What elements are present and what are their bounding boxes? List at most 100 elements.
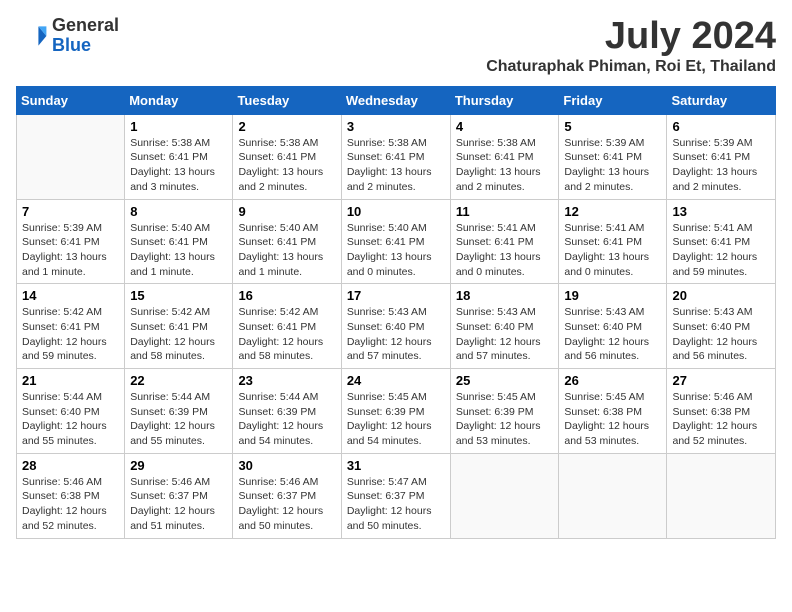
day-number: 5 bbox=[564, 119, 661, 134]
day-number: 19 bbox=[564, 288, 661, 303]
cell-info: Sunrise: 5:38 AMSunset: 6:41 PMDaylight:… bbox=[456, 136, 554, 195]
cell-info: Sunrise: 5:46 AMSunset: 6:38 PMDaylight:… bbox=[672, 390, 770, 449]
day-number: 1 bbox=[130, 119, 227, 134]
logo-blue: Blue bbox=[52, 36, 119, 56]
cell-info: Sunrise: 5:38 AMSunset: 6:41 PMDaylight:… bbox=[347, 136, 445, 195]
week-row-1: 7 Sunrise: 5:39 AMSunset: 6:41 PMDaylight… bbox=[17, 199, 776, 284]
calendar-cell: 17 Sunrise: 5:43 AMSunset: 6:40 PMDayligh… bbox=[341, 284, 450, 369]
weekday-friday: Friday bbox=[559, 86, 667, 114]
week-row-3: 21 Sunrise: 5:44 AMSunset: 6:40 PMDayligh… bbox=[17, 369, 776, 454]
cell-info: Sunrise: 5:42 AMSunset: 6:41 PMDaylight:… bbox=[22, 305, 119, 364]
cell-info: Sunrise: 5:41 AMSunset: 6:41 PMDaylight:… bbox=[456, 221, 554, 280]
title-block: July 2024 Chaturaphak Phiman, Roi Et, Th… bbox=[486, 16, 776, 76]
cell-info: Sunrise: 5:46 AMSunset: 6:37 PMDaylight:… bbox=[238, 475, 335, 534]
day-number: 30 bbox=[238, 458, 335, 473]
week-row-2: 14 Sunrise: 5:42 AMSunset: 6:41 PMDayligh… bbox=[17, 284, 776, 369]
calendar-cell: 18Sunrise: 5:43 AMSunset: 6:40 PMDayligh… bbox=[450, 284, 559, 369]
calendar-cell: 21 Sunrise: 5:44 AMSunset: 6:40 PMDayligh… bbox=[17, 369, 125, 454]
cell-info: Sunrise: 5:41 AMSunset: 6:41 PMDaylight:… bbox=[672, 221, 770, 280]
calendar-cell: 7 Sunrise: 5:39 AMSunset: 6:41 PMDaylight… bbox=[17, 199, 125, 284]
calendar-table: SundayMondayTuesdayWednesdayThursdayFrid… bbox=[16, 86, 776, 539]
calendar-cell: 11 Sunrise: 5:41 AMSunset: 6:41 PMDayligh… bbox=[450, 199, 559, 284]
cell-info: Sunrise: 5:42 AMSunset: 6:41 PMDaylight:… bbox=[130, 305, 227, 364]
cell-info: Sunrise: 5:38 AMSunset: 6:41 PMDaylight:… bbox=[238, 136, 335, 195]
weekday-header-row: SundayMondayTuesdayWednesdayThursdayFrid… bbox=[17, 86, 776, 114]
cell-info: Sunrise: 5:45 AMSunset: 6:39 PMDaylight:… bbox=[347, 390, 445, 449]
logo: General Blue bbox=[16, 16, 119, 56]
day-number: 3 bbox=[347, 119, 445, 134]
day-number: 22 bbox=[130, 373, 227, 388]
calendar-cell: 15Sunrise: 5:42 AMSunset: 6:41 PMDayligh… bbox=[125, 284, 233, 369]
calendar-cell: 16Sunrise: 5:42 AMSunset: 6:41 PMDayligh… bbox=[233, 284, 341, 369]
cell-info: Sunrise: 5:44 AMSunset: 6:39 PMDaylight:… bbox=[130, 390, 227, 449]
day-number: 2 bbox=[238, 119, 335, 134]
calendar-cell: 6Sunrise: 5:39 AMSunset: 6:41 PMDaylight… bbox=[667, 114, 776, 199]
calendar-cell bbox=[450, 453, 559, 538]
cell-info: Sunrise: 5:43 AMSunset: 6:40 PMDaylight:… bbox=[347, 305, 445, 364]
day-number: 20 bbox=[672, 288, 770, 303]
logo-general: General bbox=[52, 16, 119, 36]
cell-info: Sunrise: 5:39 AMSunset: 6:41 PMDaylight:… bbox=[564, 136, 661, 195]
calendar-cell: 4 Sunrise: 5:38 AMSunset: 6:41 PMDaylight… bbox=[450, 114, 559, 199]
calendar-cell: 10 Sunrise: 5:40 AMSunset: 6:41 PMDayligh… bbox=[341, 199, 450, 284]
cell-info: Sunrise: 5:41 AMSunset: 6:41 PMDaylight:… bbox=[564, 221, 661, 280]
calendar-cell: 19 Sunrise: 5:43 AMSunset: 6:40 PMDayligh… bbox=[559, 284, 667, 369]
week-row-0: 1 Sunrise: 5:38 AMSunset: 6:41 PMDaylight… bbox=[17, 114, 776, 199]
weekday-thursday: Thursday bbox=[450, 86, 559, 114]
location-title: Chaturaphak Phiman, Roi Et, Thailand bbox=[486, 58, 776, 76]
day-number: 23 bbox=[238, 373, 335, 388]
day-number: 21 bbox=[22, 373, 119, 388]
calendar-cell: 13 Sunrise: 5:41 AMSunset: 6:41 PMDayligh… bbox=[667, 199, 776, 284]
calendar-cell: 1Sunrise: 5:38 AMSunset: 6:41 PMDaylight… bbox=[125, 114, 233, 199]
cell-info: Sunrise: 5:40 AMSunset: 6:41 PMDaylight:… bbox=[238, 221, 335, 280]
calendar-cell: 26Sunrise: 5:45 AMSunset: 6:38 PMDayligh… bbox=[559, 369, 667, 454]
calendar-cell: 30 Sunrise: 5:46 AMSunset: 6:37 PMDayligh… bbox=[233, 453, 341, 538]
calendar-cell: 3 Sunrise: 5:38 AMSunset: 6:41 PMDaylight… bbox=[341, 114, 450, 199]
calendar-cell: 20Sunrise: 5:43 AMSunset: 6:40 PMDayligh… bbox=[667, 284, 776, 369]
calendar-cell: 29Sunrise: 5:46 AMSunset: 6:37 PMDayligh… bbox=[125, 453, 233, 538]
cell-info: Sunrise: 5:39 AMSunset: 6:41 PMDaylight:… bbox=[22, 221, 119, 280]
weekday-saturday: Saturday bbox=[667, 86, 776, 114]
calendar-body: 1 Sunrise: 5:38 AMSunset: 6:41 PMDaylight… bbox=[17, 114, 776, 538]
logo-icon bbox=[16, 20, 48, 52]
calendar-cell: 27Sunrise: 5:46 AMSunset: 6:38 PMDayligh… bbox=[667, 369, 776, 454]
page-header: General Blue July 2024 Chaturaphak Phima… bbox=[16, 16, 776, 76]
day-number: 11 bbox=[456, 204, 554, 219]
calendar-cell bbox=[667, 453, 776, 538]
logo-text: General Blue bbox=[52, 16, 119, 56]
day-number: 13 bbox=[672, 204, 770, 219]
cell-info: Sunrise: 5:44 AMSunset: 6:40 PMDaylight:… bbox=[22, 390, 119, 449]
day-number: 9 bbox=[238, 204, 335, 219]
cell-info: Sunrise: 5:40 AMSunset: 6:41 PMDaylight:… bbox=[347, 221, 445, 280]
cell-info: Sunrise: 5:47 AMSunset: 6:37 PMDaylight:… bbox=[347, 475, 445, 534]
day-number: 14 bbox=[22, 288, 119, 303]
day-number: 10 bbox=[347, 204, 445, 219]
weekday-tuesday: Tuesday bbox=[233, 86, 341, 114]
day-number: 31 bbox=[347, 458, 445, 473]
calendar-cell: 8Sunrise: 5:40 AMSunset: 6:41 PMDaylight… bbox=[125, 199, 233, 284]
weekday-monday: Monday bbox=[125, 86, 233, 114]
day-number: 4 bbox=[456, 119, 554, 134]
day-number: 12 bbox=[564, 204, 661, 219]
calendar-cell: 22 Sunrise: 5:44 AMSunset: 6:39 PMDayligh… bbox=[125, 369, 233, 454]
day-number: 7 bbox=[22, 204, 119, 219]
cell-info: Sunrise: 5:43 AMSunset: 6:40 PMDaylight:… bbox=[456, 305, 554, 364]
calendar-cell: 5 Sunrise: 5:39 AMSunset: 6:41 PMDaylight… bbox=[559, 114, 667, 199]
calendar-cell: 23Sunrise: 5:44 AMSunset: 6:39 PMDayligh… bbox=[233, 369, 341, 454]
calendar-cell: 31 Sunrise: 5:47 AMSunset: 6:37 PMDayligh… bbox=[341, 453, 450, 538]
calendar-cell: 12 Sunrise: 5:41 AMSunset: 6:41 PMDayligh… bbox=[559, 199, 667, 284]
cell-info: Sunrise: 5:39 AMSunset: 6:41 PMDaylight:… bbox=[672, 136, 770, 195]
cell-info: Sunrise: 5:45 AMSunset: 6:38 PMDaylight:… bbox=[564, 390, 661, 449]
calendar-cell: 25Sunrise: 5:45 AMSunset: 6:39 PMDayligh… bbox=[450, 369, 559, 454]
month-title: July 2024 bbox=[486, 16, 776, 58]
day-number: 17 bbox=[347, 288, 445, 303]
day-number: 24 bbox=[347, 373, 445, 388]
cell-info: Sunrise: 5:42 AMSunset: 6:41 PMDaylight:… bbox=[238, 305, 335, 364]
calendar-cell: 2 Sunrise: 5:38 AMSunset: 6:41 PMDaylight… bbox=[233, 114, 341, 199]
weekday-wednesday: Wednesday bbox=[341, 86, 450, 114]
cell-info: Sunrise: 5:43 AMSunset: 6:40 PMDaylight:… bbox=[564, 305, 661, 364]
day-number: 8 bbox=[130, 204, 227, 219]
day-number: 29 bbox=[130, 458, 227, 473]
week-row-4: 28Sunrise: 5:46 AMSunset: 6:38 PMDayligh… bbox=[17, 453, 776, 538]
weekday-sunday: Sunday bbox=[17, 86, 125, 114]
